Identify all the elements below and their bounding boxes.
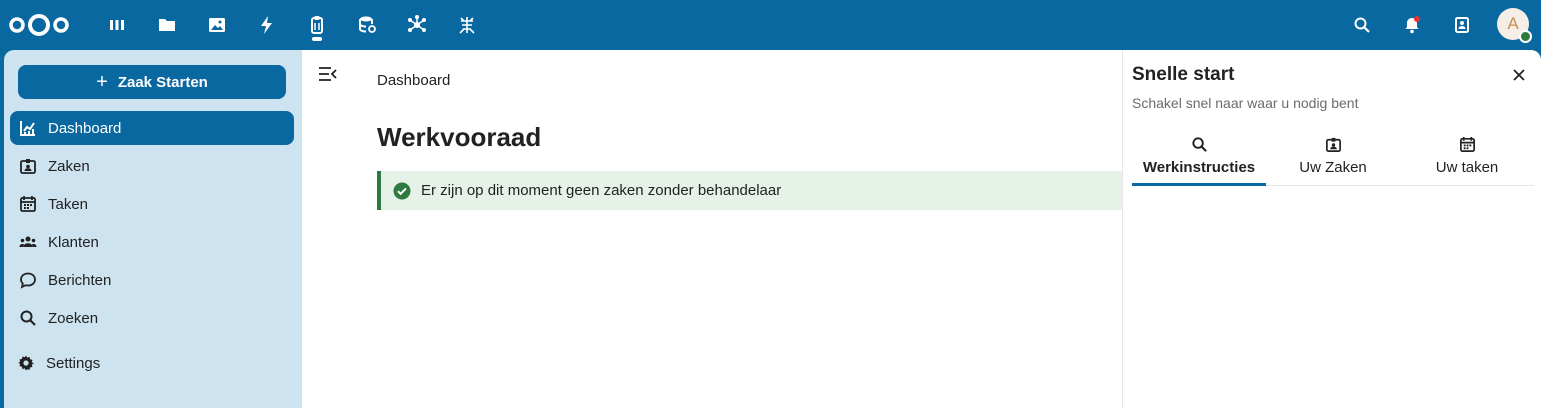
nextcloud-logo[interactable] (8, 12, 70, 38)
sidebar-item-label: Dashboard (48, 119, 122, 137)
check-circle-icon (393, 182, 411, 199)
tab-werkinstructies[interactable]: Werkinstructies (1132, 130, 1266, 186)
tab-label: Uw Zaken (1299, 159, 1367, 176)
bell-icon[interactable] (1397, 10, 1427, 40)
files-app-icon[interactable] (152, 10, 182, 40)
activity-app-icon[interactable] (252, 10, 282, 40)
panel-subtitle: Schakel snel naar waar u nodig bent (1132, 95, 1359, 111)
success-notice: Er zijn op dit moment geen zaken zonder … (377, 171, 1122, 210)
notice-text: Er zijn op dit moment geen zaken zonder … (421, 182, 782, 199)
contacts-icon[interactable] (1447, 10, 1477, 40)
active-app-indicator (312, 37, 322, 41)
search-icon (18, 308, 38, 328)
top-bar: A (0, 0, 1541, 50)
tab-uw-taken[interactable]: Uw taken (1400, 130, 1534, 186)
online-status-dot (1519, 30, 1532, 43)
people-icon (18, 232, 38, 252)
federation-app-icon[interactable] (402, 10, 432, 40)
photos-app-icon[interactable] (202, 10, 232, 40)
sidebar-item-label: Zaken (48, 157, 90, 175)
quick-start-panel: Snelle start Schakel snel naar waar u no… (1122, 50, 1541, 408)
bug-app-icon[interactable] (452, 10, 482, 40)
sidebar-item-label: Klanten (48, 233, 99, 251)
dashboard-app-icon[interactable] (102, 10, 132, 40)
search-icon[interactable] (1347, 10, 1377, 40)
gear-icon (16, 353, 36, 373)
page-title: Werkvooraad (377, 122, 542, 152)
search-icon (1190, 135, 1208, 153)
sidebar-item-label: Berichten (48, 271, 112, 289)
zaak-starten-button[interactable]: + Zaak Starten (18, 65, 286, 99)
notification-dot (1414, 16, 1420, 22)
calendar-icon (1458, 135, 1476, 153)
tab-uw-zaken[interactable]: Uw Zaken (1266, 130, 1400, 186)
sidebar-item-klanten[interactable]: Klanten (10, 225, 294, 259)
tab-label: Werkinstructies (1142, 159, 1256, 176)
sidebar-item-label: Taken (48, 195, 89, 213)
panel-tabs: Werkinstructies Uw Zaken Uw taken (1132, 130, 1534, 186)
sidebar-item-zoeken[interactable]: Zoeken (10, 301, 294, 335)
sidebar: + Zaak Starten Dashboard Zaken Taken Kla… (4, 50, 302, 408)
tab-label: Uw taken (1435, 159, 1499, 176)
close-icon[interactable] (1509, 65, 1529, 85)
data-app-icon[interactable] (352, 10, 382, 40)
plus-icon: + (96, 71, 108, 93)
sidebar-item-taken[interactable]: Taken (10, 187, 294, 221)
sidebar-item-settings[interactable]: Settings (10, 346, 294, 380)
menu-toggle-icon[interactable] (318, 66, 338, 82)
sidebar-item-zaken[interactable]: Zaken (10, 149, 294, 183)
calendar-icon (18, 194, 38, 214)
cases-app-icon[interactable] (302, 10, 332, 40)
chart-icon (18, 118, 38, 138)
main-content: Dashboard Werkvooraad Er zijn op dit mom… (302, 50, 1122, 408)
sidebar-item-label: Zoeken (48, 309, 99, 327)
sidebar-item-label: Settings (46, 354, 101, 372)
breadcrumb[interactable]: Dashboard (377, 72, 450, 89)
sidebar-item-berichten[interactable]: Berichten (10, 263, 294, 297)
panel-title: Snelle start (1132, 64, 1235, 85)
zaak-starten-label: Zaak Starten (117, 73, 208, 91)
sidebar-item-dashboard[interactable]: Dashboard (10, 111, 294, 145)
badge-icon (1324, 135, 1342, 153)
chat-icon (18, 270, 38, 290)
badge-icon (18, 156, 38, 176)
